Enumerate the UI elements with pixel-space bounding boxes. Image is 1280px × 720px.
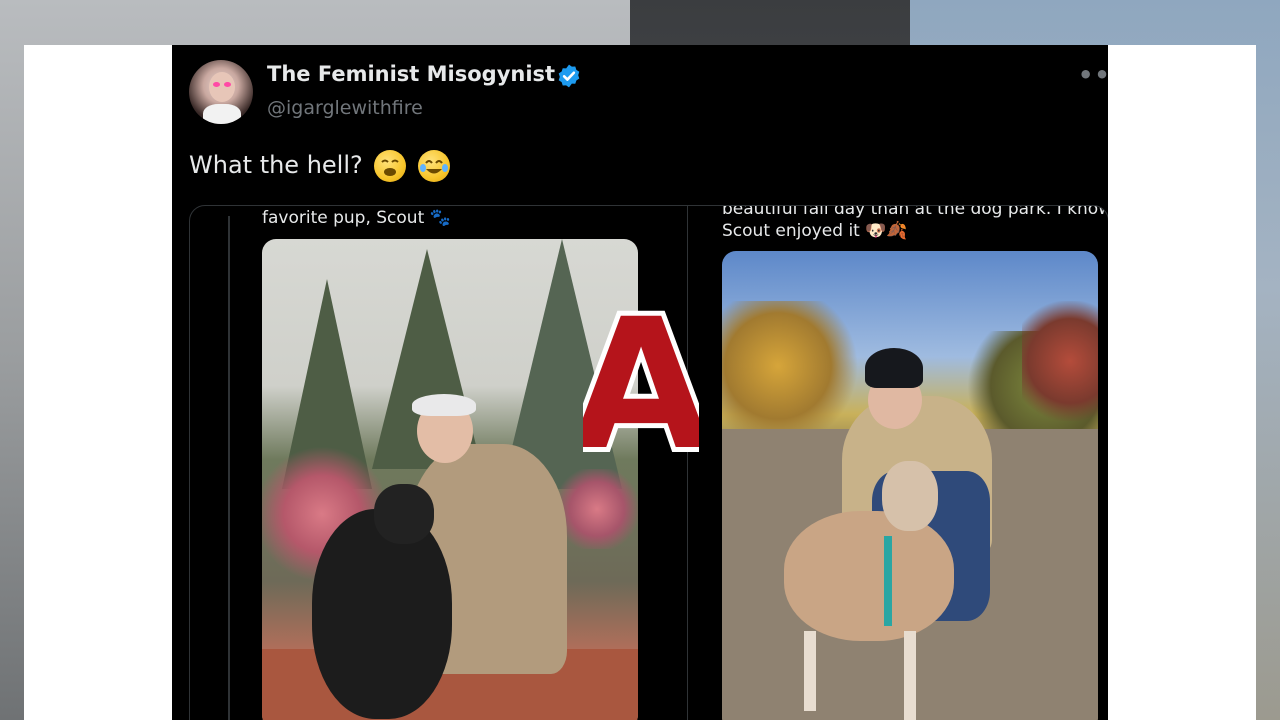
avatar-face bbox=[209, 72, 235, 102]
black-beanie bbox=[865, 348, 923, 388]
tan-dog-head bbox=[882, 461, 938, 531]
avatar-eye bbox=[213, 82, 220, 87]
more-options-icon[interactable]: ••• bbox=[1078, 63, 1108, 87]
user-handle[interactable]: @igarglewithfire bbox=[267, 97, 423, 119]
thread-line bbox=[228, 216, 230, 720]
right-quote-caption-line2: Scout enjoyed it 🐶🍂 bbox=[722, 221, 908, 241]
black-dog bbox=[312, 509, 452, 719]
dog-leg bbox=[804, 631, 816, 711]
teal-harness bbox=[884, 536, 892, 626]
verified-badge-icon bbox=[558, 64, 580, 88]
avatar[interactable] bbox=[189, 60, 253, 124]
avatar-eye bbox=[224, 82, 231, 87]
black-dog-head bbox=[374, 484, 434, 544]
tan-dog bbox=[784, 511, 954, 641]
overlay-letter-a: A bbox=[583, 297, 699, 463]
tweet-text-content: What the hell? bbox=[189, 151, 363, 179]
right-quote-caption-line1: beautiful fall day than at the dog park.… bbox=[722, 205, 1108, 219]
dog-leg bbox=[904, 631, 916, 720]
tears-of-joy-emoji-icon bbox=[418, 150, 451, 182]
left-quote-caption: favorite pup, Scout 🐾 bbox=[262, 208, 451, 228]
fall-tree bbox=[722, 301, 862, 431]
person-hair bbox=[412, 394, 476, 416]
right-photo-man-with-dog[interactable] bbox=[722, 251, 1098, 720]
red-tree bbox=[1022, 301, 1098, 421]
avatar-shirt bbox=[203, 104, 241, 124]
left-photo-man-with-dog[interactable] bbox=[262, 239, 638, 720]
weary-face-emoji-icon bbox=[374, 150, 407, 182]
tweet-text: What the hell? bbox=[189, 150, 451, 182]
overlay-letter-a-text: A bbox=[583, 297, 699, 463]
display-name[interactable]: The Feminist Misogynist bbox=[267, 62, 555, 86]
media-divider bbox=[687, 206, 688, 720]
